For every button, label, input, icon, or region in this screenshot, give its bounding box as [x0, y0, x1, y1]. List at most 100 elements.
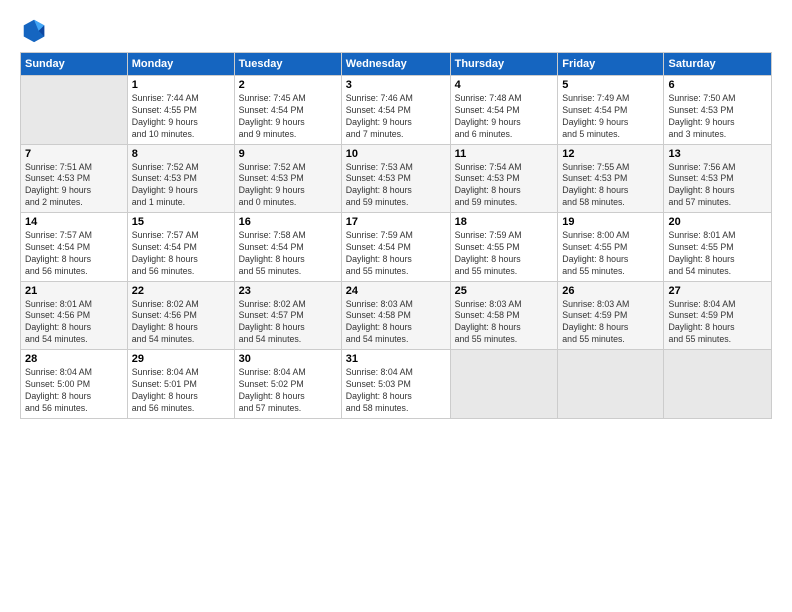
calendar-header-saturday: Saturday — [664, 53, 772, 76]
day-info: Sunrise: 7:51 AM Sunset: 4:53 PM Dayligh… — [25, 162, 123, 210]
calendar-cell: 5 Sunrise: 7:49 AM Sunset: 4:54 PM Daylig… — [558, 76, 664, 145]
calendar-week-row: 21 Sunrise: 8:01 AM Sunset: 4:56 PM Dayli… — [21, 281, 772, 350]
calendar-cell — [450, 350, 558, 419]
day-info: Sunrise: 8:01 AM Sunset: 4:55 PM Dayligh… — [668, 230, 767, 278]
calendar-cell: 13 Sunrise: 7:56 AM Sunset: 4:53 PM Dayli… — [664, 144, 772, 213]
day-info: Sunrise: 7:56 AM Sunset: 4:53 PM Dayligh… — [668, 162, 767, 210]
day-info: Sunrise: 7:57 AM Sunset: 4:54 PM Dayligh… — [132, 230, 230, 278]
calendar-cell: 15Sunrise: 7:57 AM Sunset: 4:54 PM Dayli… — [127, 213, 234, 282]
day-info: Sunrise: 7:50 AM Sunset: 4:53 PM Dayligh… — [668, 93, 767, 141]
day-number: 25 — [455, 285, 554, 297]
calendar-cell: 31 Sunrise: 8:04 AM Sunset: 5:03 PM Dayli… — [341, 350, 450, 419]
day-info: Sunrise: 7:59 AM Sunset: 4:55 PM Dayligh… — [455, 230, 554, 278]
calendar-header-sunday: Sunday — [21, 53, 128, 76]
calendar-cell: 3 Sunrise: 7:46 AM Sunset: 4:54 PM Daylig… — [341, 76, 450, 145]
day-number: 22 — [132, 285, 230, 297]
calendar-cell: 12 Sunrise: 7:55 AM Sunset: 4:53 PM Dayli… — [558, 144, 664, 213]
day-number: 20 — [668, 216, 767, 228]
calendar-cell — [664, 350, 772, 419]
calendar-cell: 11 Sunrise: 7:54 AM Sunset: 4:53 PM Dayli… — [450, 144, 558, 213]
day-number: 6 — [668, 79, 767, 91]
calendar-cell: 2 Sunrise: 7:45 AM Sunset: 4:54 PM Daylig… — [234, 76, 341, 145]
calendar-cell: 17Sunrise: 7:59 AM Sunset: 4:54 PM Dayli… — [341, 213, 450, 282]
calendar-cell: 22 Sunrise: 8:02 AM Sunset: 4:56 PM Dayli… — [127, 281, 234, 350]
day-info: Sunrise: 7:55 AM Sunset: 4:53 PM Dayligh… — [562, 162, 659, 210]
day-info: Sunrise: 8:04 AM Sunset: 5:03 PM Dayligh… — [346, 367, 446, 415]
day-number: 28 — [25, 353, 123, 365]
day-number: 21 — [25, 285, 123, 297]
day-number: 24 — [346, 285, 446, 297]
calendar-cell: 28 Sunrise: 8:04 AM Sunset: 5:00 PM Dayli… — [21, 350, 128, 419]
day-number: 29 — [132, 353, 230, 365]
day-info: Sunrise: 8:03 AM Sunset: 4:58 PM Dayligh… — [455, 299, 554, 347]
day-number: 16 — [239, 216, 337, 228]
day-number: 2 — [239, 79, 337, 91]
calendar-cell: 24 Sunrise: 8:03 AM Sunset: 4:58 PM Dayli… — [341, 281, 450, 350]
day-info: Sunrise: 7:52 AM Sunset: 4:53 PM Dayligh… — [239, 162, 337, 210]
day-info: Sunrise: 7:58 AM Sunset: 4:54 PM Dayligh… — [239, 230, 337, 278]
calendar-header-friday: Friday — [558, 53, 664, 76]
day-number: 31 — [346, 353, 446, 365]
day-info: Sunrise: 7:54 AM Sunset: 4:53 PM Dayligh… — [455, 162, 554, 210]
day-info: Sunrise: 7:45 AM Sunset: 4:54 PM Dayligh… — [239, 93, 337, 141]
day-info: Sunrise: 8:03 AM Sunset: 4:58 PM Dayligh… — [346, 299, 446, 347]
day-info: Sunrise: 7:52 AM Sunset: 4:53 PM Dayligh… — [132, 162, 230, 210]
calendar-cell — [21, 76, 128, 145]
calendar-header-thursday: Thursday — [450, 53, 558, 76]
calendar-header-wednesday: Wednesday — [341, 53, 450, 76]
calendar-cell: 7 Sunrise: 7:51 AM Sunset: 4:53 PM Daylig… — [21, 144, 128, 213]
day-info: Sunrise: 8:01 AM Sunset: 4:56 PM Dayligh… — [25, 299, 123, 347]
calendar-cell: 25 Sunrise: 8:03 AM Sunset: 4:58 PM Dayli… — [450, 281, 558, 350]
calendar-week-row: 14 Sunrise: 7:57 AM Sunset: 4:54 PM Dayli… — [21, 213, 772, 282]
calendar-cell: 23Sunrise: 8:02 AM Sunset: 4:57 PM Dayli… — [234, 281, 341, 350]
header — [20, 16, 772, 44]
calendar-header-monday: Monday — [127, 53, 234, 76]
day-info: Sunrise: 7:49 AM Sunset: 4:54 PM Dayligh… — [562, 93, 659, 141]
day-number: 7 — [25, 148, 123, 160]
day-number: 11 — [455, 148, 554, 160]
day-info: Sunrise: 8:02 AM Sunset: 4:56 PM Dayligh… — [132, 299, 230, 347]
day-number: 3 — [346, 79, 446, 91]
day-number: 30 — [239, 353, 337, 365]
day-info: Sunrise: 8:04 AM Sunset: 5:02 PM Dayligh… — [239, 367, 337, 415]
day-number: 1 — [132, 79, 230, 91]
calendar-cell: 21 Sunrise: 8:01 AM Sunset: 4:56 PM Dayli… — [21, 281, 128, 350]
day-number: 18 — [455, 216, 554, 228]
day-number: 14 — [25, 216, 123, 228]
calendar-cell: 27Sunrise: 8:04 AM Sunset: 4:59 PM Dayli… — [664, 281, 772, 350]
calendar-cell: 1 Sunrise: 7:44 AM Sunset: 4:55 PM Daylig… — [127, 76, 234, 145]
calendar-cell: 16 Sunrise: 7:58 AM Sunset: 4:54 PM Dayli… — [234, 213, 341, 282]
day-info: Sunrise: 7:44 AM Sunset: 4:55 PM Dayligh… — [132, 93, 230, 141]
day-number: 13 — [668, 148, 767, 160]
calendar-cell: 8 Sunrise: 7:52 AM Sunset: 4:53 PM Daylig… — [127, 144, 234, 213]
day-info: Sunrise: 8:03 AM Sunset: 4:59 PM Dayligh… — [562, 299, 659, 347]
day-info: Sunrise: 8:04 AM Sunset: 5:00 PM Dayligh… — [25, 367, 123, 415]
calendar-cell: 20 Sunrise: 8:01 AM Sunset: 4:55 PM Dayli… — [664, 213, 772, 282]
day-info: Sunrise: 7:53 AM Sunset: 4:53 PM Dayligh… — [346, 162, 446, 210]
logo-icon — [20, 16, 48, 44]
day-number: 9 — [239, 148, 337, 160]
calendar-week-row: 28 Sunrise: 8:04 AM Sunset: 5:00 PM Dayli… — [21, 350, 772, 419]
calendar-cell: 18 Sunrise: 7:59 AM Sunset: 4:55 PM Dayli… — [450, 213, 558, 282]
calendar-cell: 14 Sunrise: 7:57 AM Sunset: 4:54 PM Dayli… — [21, 213, 128, 282]
day-number: 5 — [562, 79, 659, 91]
calendar-table: SundayMondayTuesdayWednesdayThursdayFrid… — [20, 52, 772, 419]
day-number: 26 — [562, 285, 659, 297]
calendar-cell: 9 Sunrise: 7:52 AM Sunset: 4:53 PM Daylig… — [234, 144, 341, 213]
calendar-cell: 4Sunrise: 7:48 AM Sunset: 4:54 PM Daylig… — [450, 76, 558, 145]
day-number: 19 — [562, 216, 659, 228]
day-number: 4 — [455, 79, 554, 91]
day-info: Sunrise: 7:57 AM Sunset: 4:54 PM Dayligh… — [25, 230, 123, 278]
calendar-week-row: 1 Sunrise: 7:44 AM Sunset: 4:55 PM Daylig… — [21, 76, 772, 145]
calendar-cell: 6 Sunrise: 7:50 AM Sunset: 4:53 PM Daylig… — [664, 76, 772, 145]
day-number: 8 — [132, 148, 230, 160]
day-info: Sunrise: 8:04 AM Sunset: 4:59 PM Dayligh… — [668, 299, 767, 347]
calendar-cell — [558, 350, 664, 419]
calendar-cell: 30 Sunrise: 8:04 AM Sunset: 5:02 PM Dayli… — [234, 350, 341, 419]
day-number: 12 — [562, 148, 659, 160]
calendar-cell: 10Sunrise: 7:53 AM Sunset: 4:53 PM Dayli… — [341, 144, 450, 213]
calendar-cell: 26 Sunrise: 8:03 AM Sunset: 4:59 PM Dayli… — [558, 281, 664, 350]
day-info: Sunrise: 7:46 AM Sunset: 4:54 PM Dayligh… — [346, 93, 446, 141]
day-info: Sunrise: 8:00 AM Sunset: 4:55 PM Dayligh… — [562, 230, 659, 278]
day-info: Sunrise: 7:59 AM Sunset: 4:54 PM Dayligh… — [346, 230, 446, 278]
